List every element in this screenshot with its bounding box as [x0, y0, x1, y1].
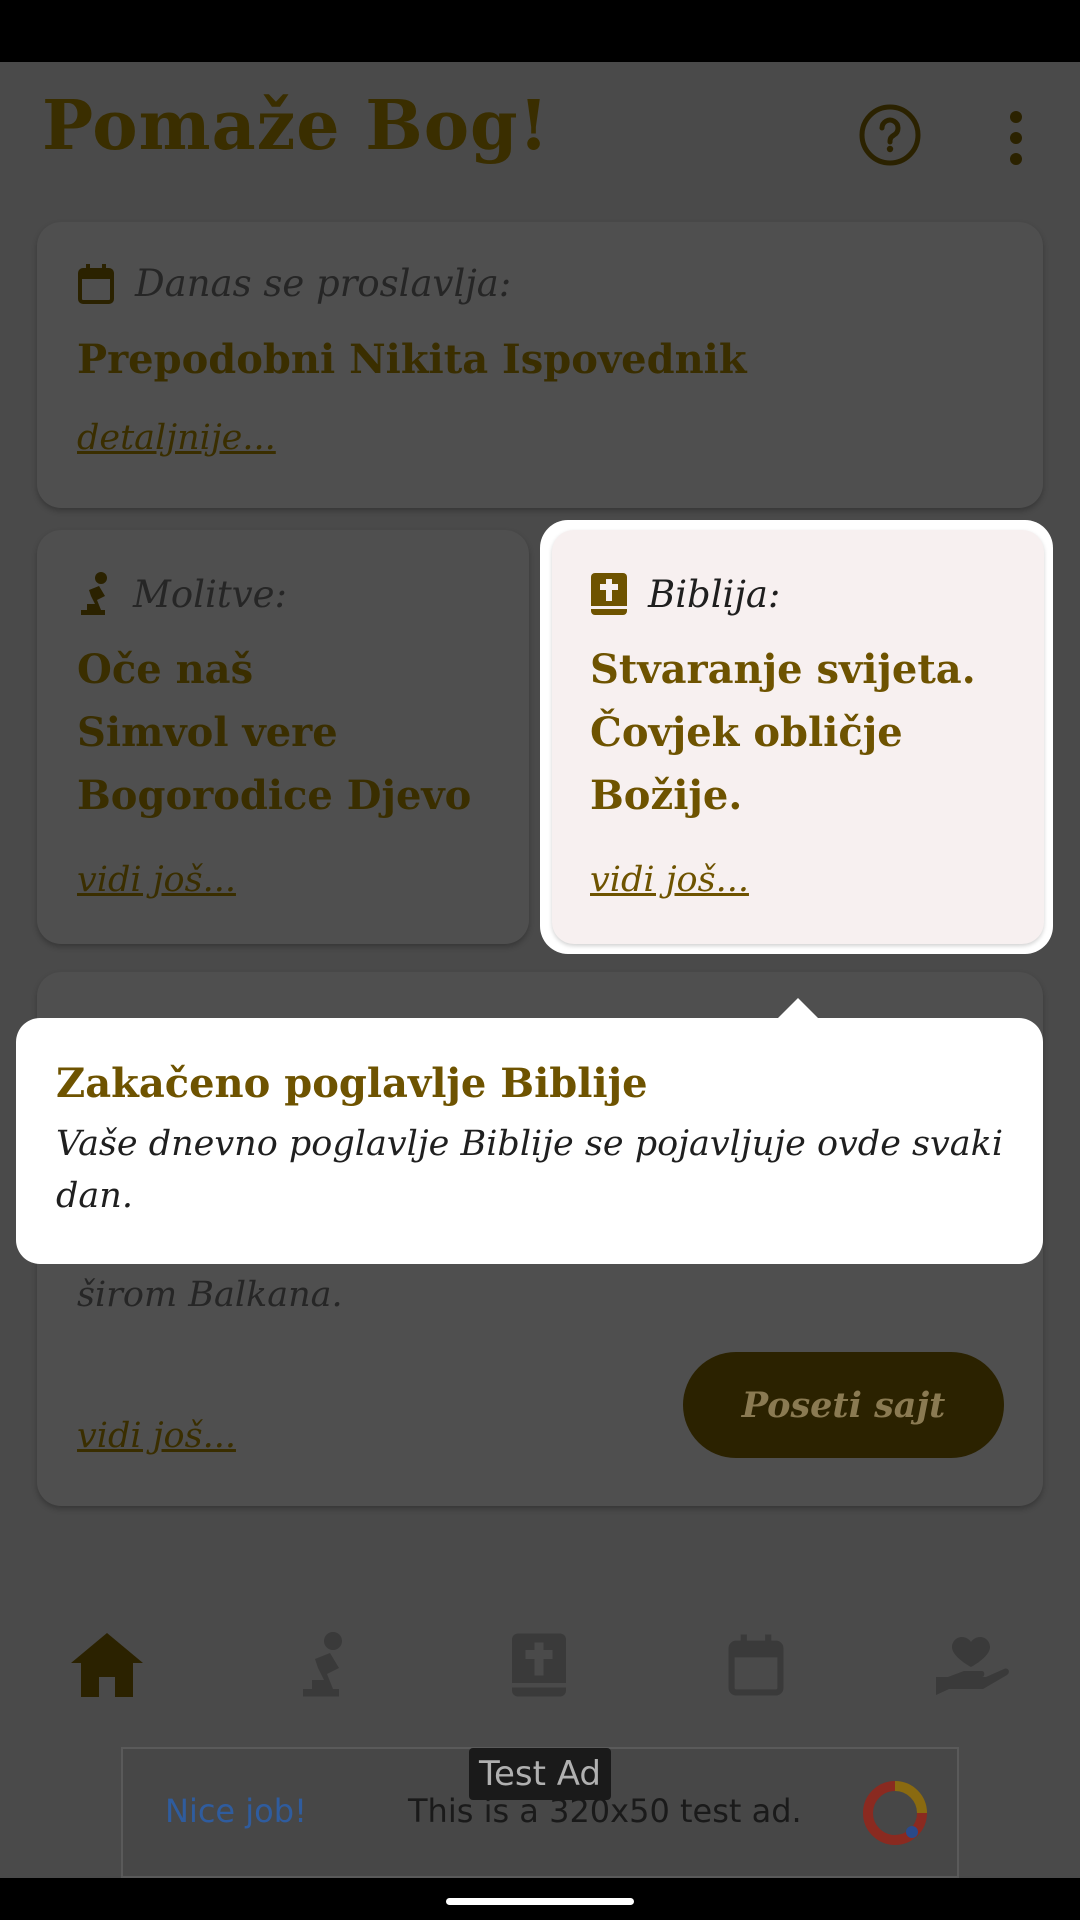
help-icon[interactable] — [858, 103, 922, 167]
calendar-icon — [78, 263, 114, 304]
info-more-link[interactable]: vidi još... — [77, 1416, 236, 1456]
home-icon — [71, 1633, 143, 1697]
status-bar — [0, 0, 1080, 62]
bible-more-link[interactable]: vidi još... — [590, 860, 749, 900]
praying-icon — [303, 1632, 342, 1697]
bible-header-label: Biblija: — [648, 572, 781, 616]
prayers-header-label: Molitve: — [133, 572, 287, 616]
bible-card[interactable]: Biblija: Stvaranje svijeta. Čovjek oblič… — [552, 530, 1044, 944]
onboarding-tooltip[interactable]: Zakačeno poglavlje Biblije Vaše dnevno p… — [16, 1018, 1043, 1264]
tooltip-text: Vaše dnevno poglavlje Biblije se pojavlj… — [56, 1124, 1004, 1216]
tooltip-arrow — [776, 998, 820, 1020]
prayer-item[interactable]: Simvol vere — [77, 701, 338, 764]
nav-calendar[interactable] — [711, 1620, 801, 1710]
today-header: Danas se proslavlja: — [77, 262, 511, 305]
more-options-icon[interactable] — [998, 108, 1034, 168]
info-card-text: širom Balkana. — [77, 1275, 343, 1315]
praying-icon — [81, 572, 107, 615]
today-header-label: Danas se proslavlja: — [135, 262, 512, 305]
nav-charity[interactable] — [927, 1620, 1017, 1710]
charity-icon — [936, 1637, 1009, 1695]
bible-chapter-line: Stvaranje svijeta. — [590, 646, 976, 693]
ad-nice-job[interactable]: Nice job! — [165, 1792, 307, 1830]
today-feast-card[interactable]: Danas se proslavlja: Prepodobni Nikita I… — [37, 222, 1043, 508]
nav-prayers[interactable] — [279, 1620, 369, 1710]
prayer-item[interactable]: Oče naš — [77, 638, 253, 701]
app-title: Pomaže Bog! — [42, 86, 550, 166]
bible-icon — [512, 1633, 566, 1697]
today-details-link[interactable]: detaljnije... — [77, 418, 276, 458]
prayer-item[interactable]: Bogorodice Djevo — [77, 764, 471, 827]
bible-chapter-line: Čovjek obličje — [590, 709, 903, 756]
tooltip-title: Zakačeno poglavlje Biblije — [56, 1060, 648, 1107]
bible-header: Biblija: — [590, 572, 780, 616]
nav-bible[interactable] — [494, 1620, 584, 1710]
home-gesture-handle[interactable] — [446, 1898, 634, 1905]
today-feast-title: Prepodobni Nikita Ispovednik — [77, 336, 747, 383]
prayers-card[interactable]: Molitve: Oče naš Simvol vere Bogorodice … — [37, 530, 529, 944]
prayers-more-link[interactable]: vidi još... — [77, 860, 236, 900]
calendar-icon — [728, 1634, 784, 1696]
ad-text[interactable]: This is a 320x50 test ad. — [408, 1792, 802, 1830]
bible-icon — [591, 573, 627, 615]
nav-home[interactable] — [62, 1620, 152, 1710]
admob-logo-icon — [863, 1781, 927, 1845]
visit-site-button[interactable]: Poseti sajt — [683, 1352, 1004, 1458]
bible-chapter-line: Božije. — [590, 772, 743, 819]
prayers-header: Molitve: — [77, 572, 287, 616]
